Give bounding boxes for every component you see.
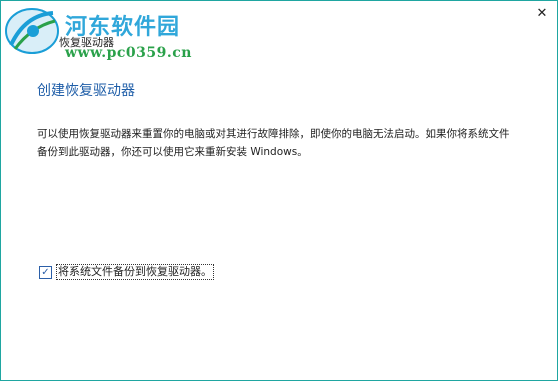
checkmark-icon: ✓ (41, 266, 50, 278)
watermark-title: 河东软件园 (65, 14, 181, 40)
backup-system-files-label[interactable]: 将系统文件备份到恢复驱动器。 (56, 264, 214, 280)
page-title: 创建恢复驱动器 (37, 83, 135, 99)
watermark-logo-icon (5, 8, 59, 54)
description-text: 可以使用恢复驱动器来重置你的电脑或对其进行故障排除，即使你的电脑无法启动。如果你… (37, 128, 510, 158)
backup-system-files-option[interactable]: ✓ 将系统文件备份到恢复驱动器。 (39, 264, 214, 280)
backup-system-files-checkbox[interactable]: ✓ (39, 265, 52, 279)
recovery-drive-window: 恢复驱动器 河东软件园 www.pc0359.cn ✕ 创建恢复驱动器 可以使用… (0, 0, 558, 381)
title-bar: 恢复驱动器 河东软件园 www.pc0359.cn ✕ (1, 1, 557, 61)
close-button[interactable]: ✕ (535, 7, 549, 21)
watermark-url: www.pc0359.cn (65, 45, 192, 61)
